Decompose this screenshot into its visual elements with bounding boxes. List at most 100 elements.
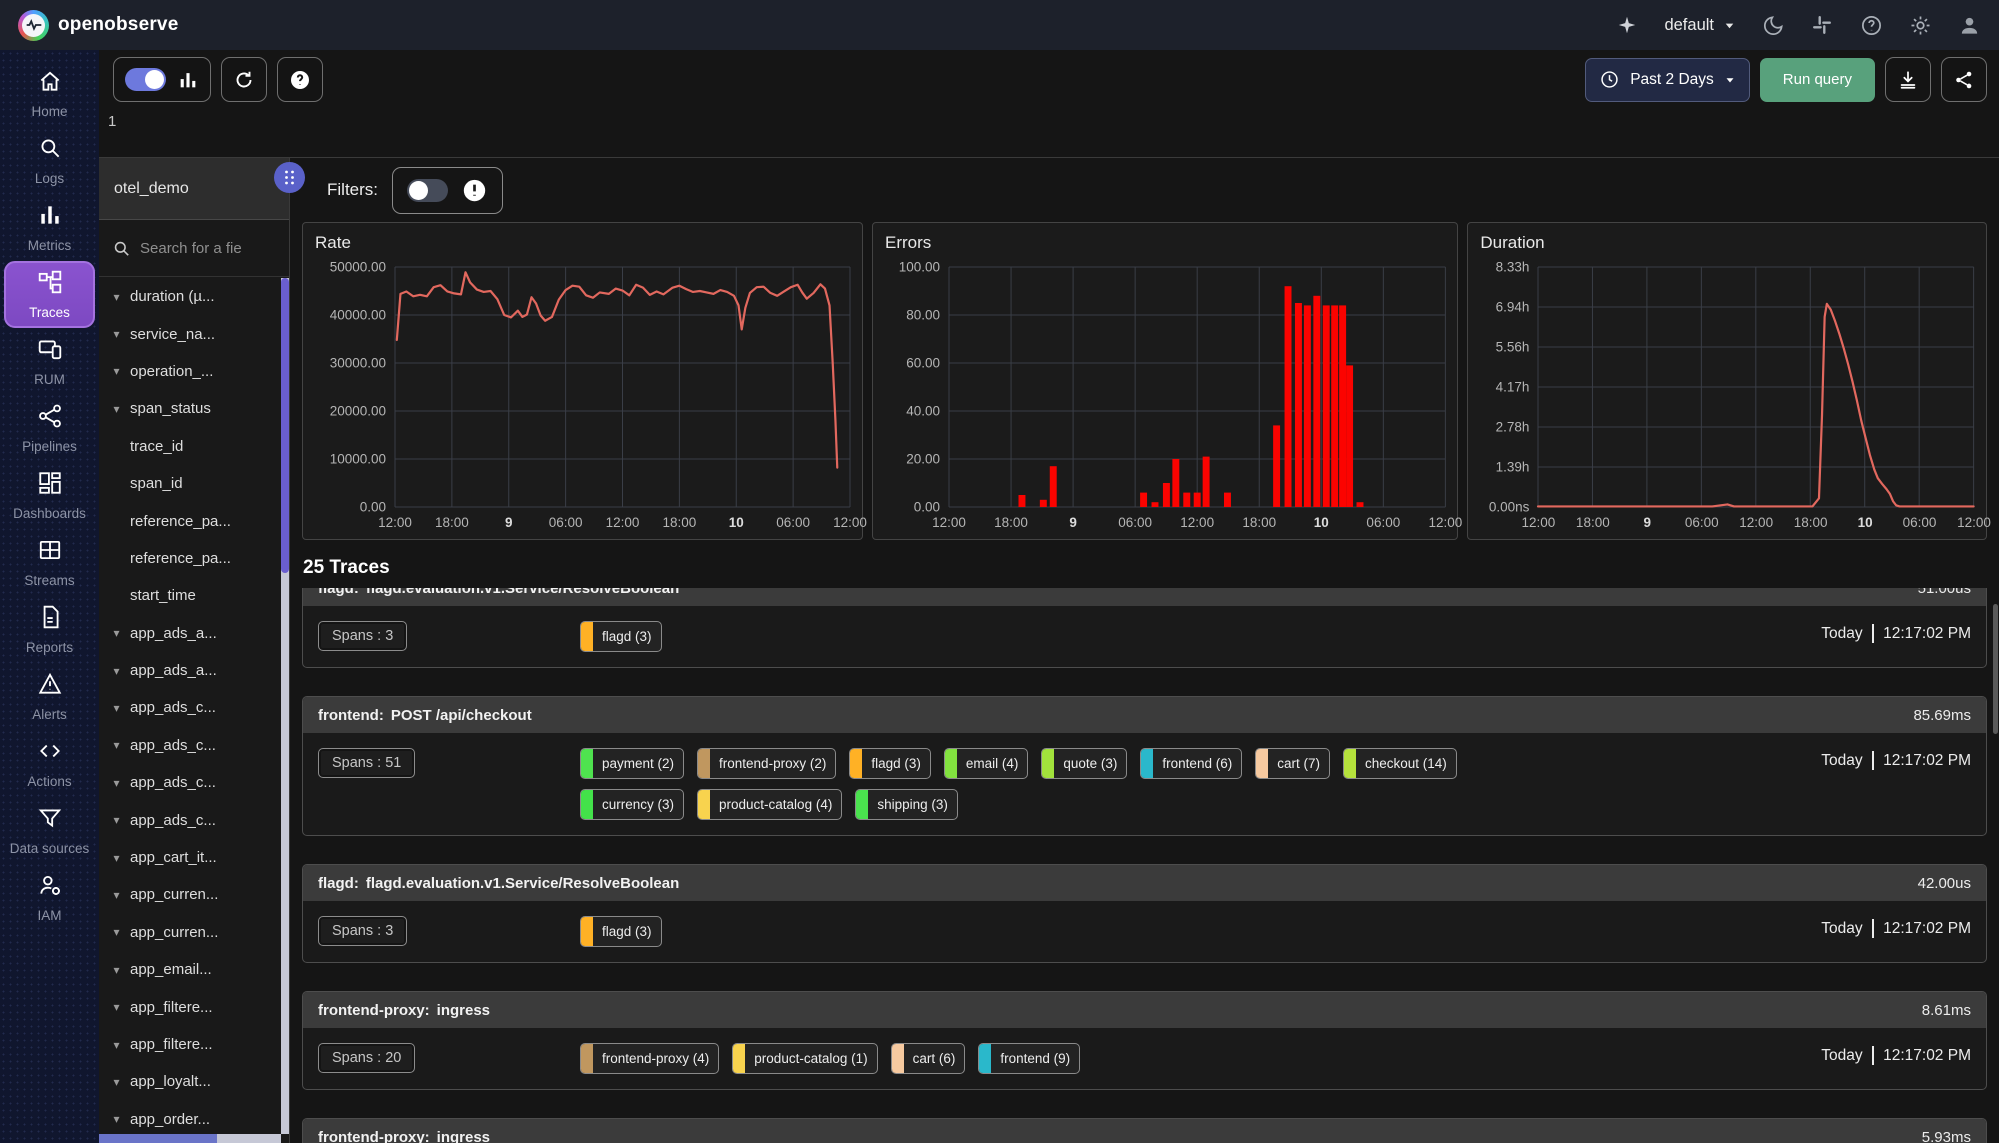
service-chips: flagd (3): [580, 916, 1821, 947]
field-search: [99, 220, 289, 277]
service-chip-label: frontend-proxy (4): [593, 1044, 718, 1073]
sidebar-item-reports[interactable]: Reports: [0, 596, 99, 663]
field-item[interactable]: ▾ span_status: [99, 390, 281, 427]
slack-icon[interactable]: [1810, 13, 1834, 37]
trace-operation: ingress: [437, 1002, 490, 1019]
download-button[interactable]: [1885, 57, 1931, 102]
errors-chart[interactable]: Errors 100.0080.0060.0040.0020.000.00 12…: [872, 222, 1458, 540]
time-range-picker[interactable]: Past 2 Days: [1585, 58, 1750, 102]
exclamation-icon[interactable]: [461, 177, 488, 204]
trace-card[interactable]: flagd:flagd.evaluation.v1.Service/Resolv…: [302, 588, 1987, 668]
field-item[interactable]: ▾ app_loyalt...: [99, 1063, 281, 1100]
gear-icon[interactable]: [1908, 13, 1932, 37]
trace-card[interactable]: flagd:flagd.evaluation.v1.Service/Resolv…: [302, 864, 1987, 963]
sidebar-item-streams[interactable]: Streams: [0, 529, 99, 596]
field-item[interactable]: ▾ app_ads_a...: [99, 615, 281, 652]
service-color-bar: [850, 749, 862, 778]
app-root: openobserve default Home Logs Metrics: [0, 0, 1999, 1143]
refresh-button[interactable]: [221, 57, 267, 102]
sidebar-item-metrics[interactable]: Metrics: [0, 194, 99, 261]
service-color-bar: [698, 790, 710, 819]
field-item[interactable]: ▾ app_order...: [99, 1101, 281, 1134]
fields-horizontal-scrollbar[interactable]: [99, 1134, 281, 1143]
sidebar-item-logs[interactable]: Logs: [0, 127, 99, 194]
moon-icon[interactable]: [1761, 13, 1785, 37]
field-item[interactable]: reference_pa...: [99, 502, 281, 539]
sidebar-item-traces[interactable]: Traces: [4, 261, 95, 328]
field-item[interactable]: ▾ app_email...: [99, 951, 281, 988]
trace-card[interactable]: frontend-proxy:ingress 8.61ms Spans : 20…: [302, 991, 1987, 1090]
service-chips: frontend-proxy (4)product-catalog (1)car…: [580, 1043, 1821, 1074]
field-item[interactable]: trace_id: [99, 428, 281, 465]
service-color-bar: [581, 1044, 593, 1073]
trace-card[interactable]: frontend-proxy:ingress 5.93ms: [302, 1118, 1987, 1143]
brand[interactable]: openobserve: [18, 10, 178, 41]
sql-mode-toggle[interactable]: [125, 68, 166, 91]
service-color-bar: [581, 622, 593, 651]
sidebar-item-iam[interactable]: IAM: [0, 864, 99, 931]
charts-row: Rate 50000.0040000.0030000.0020000.00100…: [302, 222, 1987, 540]
query-editor[interactable]: 1: [99, 109, 1999, 158]
query-help-button[interactable]: [277, 57, 323, 102]
filters-toggle[interactable]: [407, 179, 448, 202]
field-item[interactable]: ▾ operation_...: [99, 353, 281, 390]
field-item[interactable]: ▾ app_ads_c...: [99, 764, 281, 801]
trace-card[interactable]: frontend:POST /api/checkout 85.69ms Span…: [302, 696, 1987, 836]
x-axis: 12:0018:00906:0012:0018:001006:0012:00: [395, 507, 850, 533]
field-item[interactable]: span_id: [99, 465, 281, 502]
service-chip-label: cart (7): [1268, 749, 1329, 778]
field-item[interactable]: ▾ app_ads_c...: [99, 727, 281, 764]
field-item[interactable]: ▾ service_na...: [99, 315, 281, 352]
share-button[interactable]: [1941, 57, 1987, 102]
field-item[interactable]: ▾ duration (µ...: [99, 278, 281, 315]
field-item[interactable]: ▾ app_cart_it...: [99, 839, 281, 876]
trace-operation: ingress: [437, 1129, 490, 1143]
sidebar-item-rum[interactable]: RUM: [0, 328, 99, 395]
service-color-bar: [892, 1044, 904, 1073]
traces-scrollbar[interactable]: [1993, 604, 1998, 734]
metrics-icon: [37, 202, 63, 233]
sparkle-icon[interactable]: [1615, 13, 1639, 37]
service-chip-label: payment (2): [593, 749, 683, 778]
field-item[interactable]: start_time: [99, 577, 281, 614]
sidebar-item-alerts[interactable]: Alerts: [0, 663, 99, 730]
service-chip-label: frontend-proxy (2): [710, 749, 835, 778]
field-item[interactable]: ▾ app_filtere...: [99, 1026, 281, 1063]
field-item[interactable]: ▾ app_ads_c...: [99, 689, 281, 726]
sidebar-item-actions[interactable]: Actions: [0, 730, 99, 797]
duration-chart[interactable]: Duration 8.33h6.94h5.56h4.17h2.78h1.39h0…: [1467, 222, 1987, 540]
field-item[interactable]: reference_pa...: [99, 540, 281, 577]
org-selector[interactable]: default: [1664, 16, 1736, 35]
user-icon[interactable]: [1957, 13, 1981, 37]
help-icon[interactable]: [1859, 13, 1883, 37]
chevron-down-icon: ▾: [108, 813, 125, 827]
spans-count-chip: Spans : 20: [318, 1043, 415, 1073]
time-range-value: Past 2 Days: [1630, 71, 1714, 89]
service-chip: product-catalog (4): [697, 789, 842, 820]
stream-selector[interactable]: otel_demo: [99, 158, 289, 220]
service-chip: frontend-proxy (2): [697, 748, 836, 779]
stream-name: otel_demo: [114, 180, 189, 198]
field-item[interactable]: ▾ app_curren...: [99, 876, 281, 913]
service-color-bar: [1141, 749, 1153, 778]
field-search-input[interactable]: [140, 240, 258, 257]
field-item[interactable]: ▾ app_ads_a...: [99, 652, 281, 689]
trace-date: Today: [1821, 752, 1862, 770]
rate-chart[interactable]: Rate 50000.0040000.0030000.0020000.00100…: [302, 222, 863, 540]
field-item[interactable]: ▾ app_curren...: [99, 914, 281, 951]
sidebar-item-pipelines[interactable]: Pipelines: [0, 395, 99, 462]
sidebar-item-dashboards[interactable]: Dashboards: [0, 462, 99, 529]
panel-drag-handle-icon[interactable]: [274, 162, 305, 193]
field-item[interactable]: ▾ app_filtere...: [99, 988, 281, 1025]
sidebar-item-data-sources[interactable]: Data sources: [0, 797, 99, 864]
run-query-button[interactable]: Run query: [1760, 58, 1875, 102]
brand-name: openobserve: [58, 14, 178, 36]
fields-vertical-scrollbar[interactable]: [281, 278, 289, 1134]
traces-icon: [37, 269, 63, 300]
trace-timestamp: Today 12:17:02 PM: [1821, 916, 1971, 938]
field-item[interactable]: ▾ app_ads_c...: [99, 801, 281, 838]
sidebar-item-home[interactable]: Home: [0, 60, 99, 127]
service-chips: flagd (3): [580, 621, 1821, 652]
service-chip-label: flagd (3): [593, 622, 661, 651]
histogram-icon[interactable]: [177, 69, 199, 91]
